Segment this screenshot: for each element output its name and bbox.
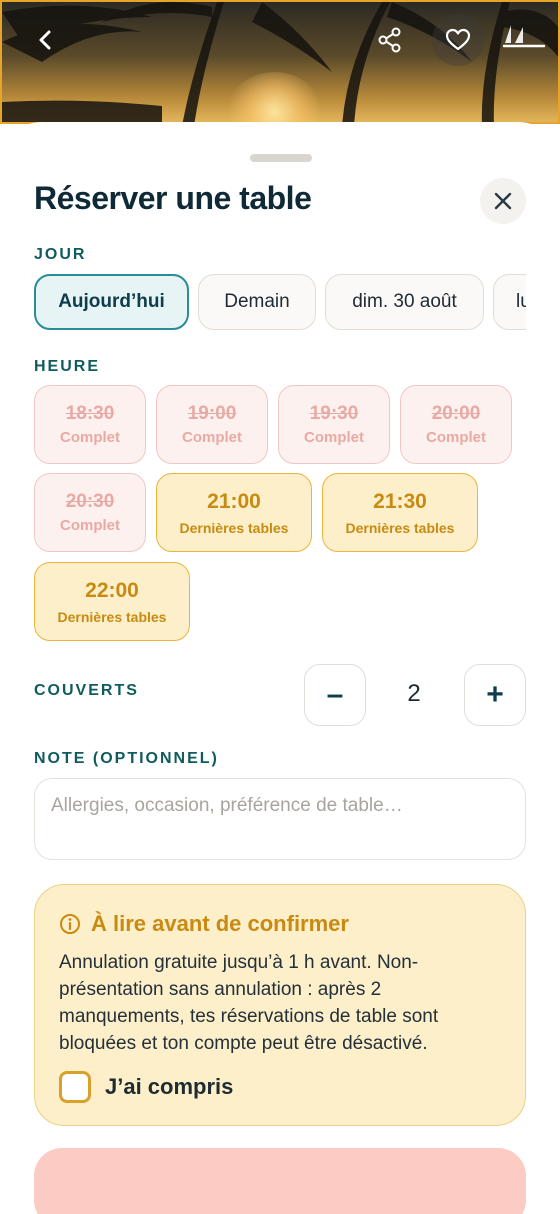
day-selector: Aujourd’hui Demain dim. 30 août lu bbox=[34, 274, 526, 330]
day-chip-sun-30-aug[interactable]: dim. 30 août bbox=[325, 274, 484, 330]
time-slot-status: Dernières tables bbox=[345, 519, 455, 536]
day-chip-monday[interactable]: lu bbox=[493, 274, 526, 330]
notice-header: À lire avant de confirmer bbox=[59, 911, 349, 937]
time-slot: 20:30 Complet bbox=[34, 473, 146, 552]
close-icon bbox=[494, 192, 512, 210]
confirm-button[interactable] bbox=[34, 1148, 526, 1214]
favorite-button[interactable] bbox=[432, 14, 484, 66]
day-chip-today[interactable]: Aujourd’hui bbox=[34, 274, 189, 330]
sheet-title: Réserver une table bbox=[34, 180, 312, 216]
back-button[interactable] bbox=[30, 24, 62, 56]
time-slot[interactable]: 22:00 Dernières tables bbox=[34, 562, 190, 641]
time-slot-status: Complet bbox=[426, 429, 486, 446]
time-slot-status: Complet bbox=[60, 429, 120, 446]
covers-value: 2 bbox=[407, 680, 421, 707]
time-slot-time: 22:00 bbox=[85, 578, 139, 602]
time-slot-time: 21:00 bbox=[207, 489, 261, 513]
covers-plus-button[interactable]: + bbox=[464, 664, 526, 726]
understood-checkbox[interactable] bbox=[59, 1071, 91, 1103]
time-slot-time: 21:30 bbox=[373, 489, 427, 513]
time-slot-status: Complet bbox=[60, 517, 120, 534]
understood-label: J’ai compris bbox=[105, 1074, 234, 1099]
time-slot-status: Dernières tables bbox=[179, 519, 289, 536]
day-chip-tomorrow[interactable]: Demain bbox=[198, 274, 316, 330]
time-slot-status: Complet bbox=[304, 429, 364, 446]
reservation-sheet: Réserver une table JOUR Aujourd’hui Dema… bbox=[0, 122, 560, 1214]
share-icon bbox=[378, 27, 401, 53]
day-section-label: JOUR bbox=[34, 246, 87, 263]
time-slot-time: 20:00 bbox=[431, 403, 481, 424]
covers-section-label: COUVERTS bbox=[34, 682, 139, 699]
time-slot: 20:00 Complet bbox=[400, 385, 512, 464]
notice-text: Annulation gratuite jusqu’à 1 h avant. N… bbox=[59, 952, 439, 1054]
boat-button[interactable] bbox=[500, 18, 548, 58]
time-slot: 19:00 Complet bbox=[156, 385, 268, 464]
heart-icon bbox=[445, 28, 471, 51]
note-section-label: NOTE (OPTIONNEL) bbox=[34, 750, 219, 767]
note-input[interactable] bbox=[34, 778, 526, 860]
time-slot-time: 18:30 bbox=[65, 403, 115, 424]
cancellation-notice: À lire avant de confirmer Annulation gra… bbox=[34, 884, 526, 1126]
time-slot-time: 19:30 bbox=[309, 403, 359, 424]
close-button[interactable] bbox=[480, 178, 526, 224]
time-slot-time: 20:30 bbox=[65, 491, 115, 512]
time-slot[interactable]: 21:00 Dernières tables bbox=[156, 473, 312, 552]
notice-title: À lire avant de confirmer bbox=[91, 911, 349, 936]
time-slot: 18:30 Complet bbox=[34, 385, 146, 464]
hero-image bbox=[0, 0, 560, 124]
time-slot-status: Dernières tables bbox=[57, 608, 167, 625]
time-slot: 19:30 Complet bbox=[278, 385, 390, 464]
share-button[interactable] bbox=[374, 24, 406, 56]
time-slot[interactable]: 21:30 Dernières tables bbox=[322, 473, 478, 552]
info-icon bbox=[60, 914, 80, 934]
sheet-grabber[interactable] bbox=[250, 154, 312, 162]
sailboat-icon bbox=[503, 25, 545, 48]
understood-checkbox-row[interactable]: J’ai compris bbox=[59, 1071, 233, 1103]
palm-silhouettes bbox=[2, 2, 558, 122]
time-slot-time: 19:00 bbox=[187, 403, 237, 424]
covers-minus-button[interactable]: – bbox=[304, 664, 366, 726]
chevron-left-icon bbox=[39, 30, 51, 50]
time-slot-status: Complet bbox=[182, 429, 242, 446]
hour-section-label: HEURE bbox=[34, 358, 101, 375]
